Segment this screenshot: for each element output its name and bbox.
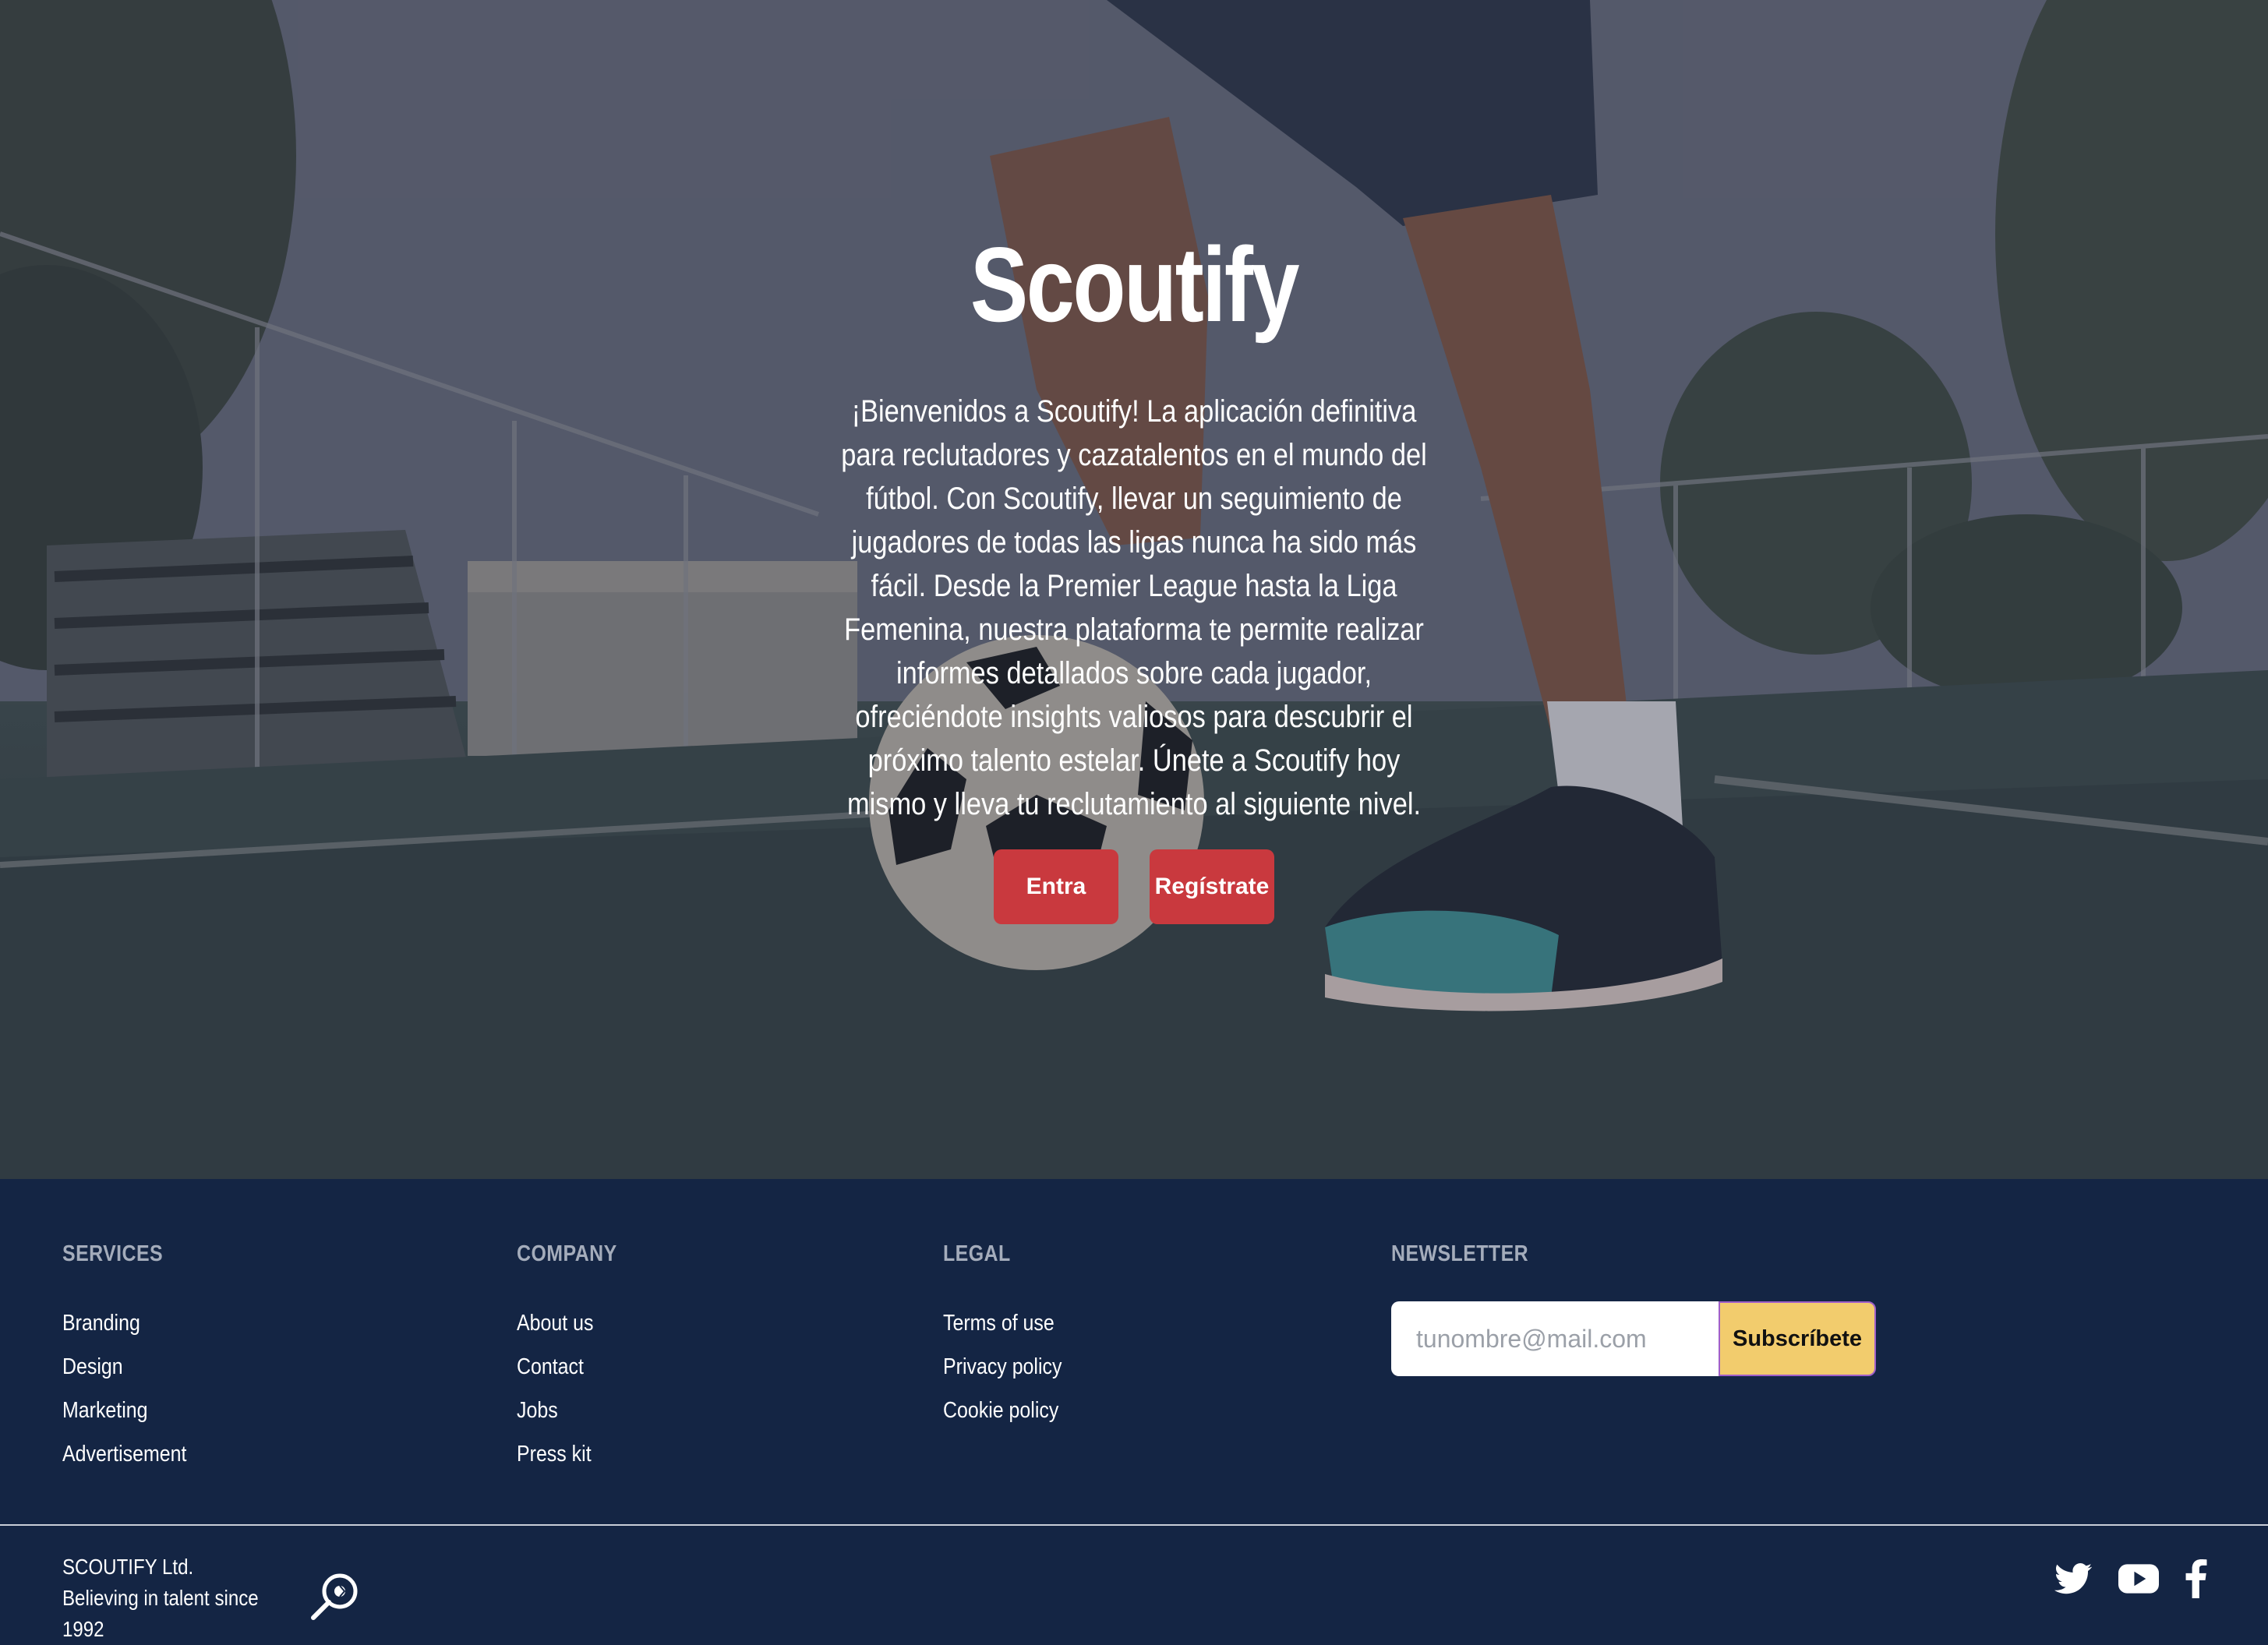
twitter-icon[interactable]: [2054, 1563, 2092, 1598]
footer-divider: [0, 1524, 2268, 1526]
company-tagline: Believing in talent since 1992: [62, 1586, 259, 1641]
footer-link-cookie-policy[interactable]: Cookie policy: [943, 1389, 1062, 1432]
facebook-icon[interactable]: [2185, 1559, 2207, 1602]
newsletter-heading: NEWSLETTER: [1391, 1241, 1529, 1266]
footer-link-advertisement[interactable]: Advertisement: [62, 1432, 186, 1476]
footer-link-press-kit[interactable]: Press kit: [517, 1432, 617, 1476]
hero-section: Scoutify ¡Bienvenidos a Scoutify! La apl…: [0, 0, 2268, 1179]
footer-link-branding[interactable]: Branding: [62, 1301, 186, 1345]
footer-link-design[interactable]: Design: [62, 1345, 186, 1389]
legal-heading: LEGAL: [943, 1241, 1011, 1266]
hero-buttons: Entra Regístrate: [0, 849, 2268, 924]
company-name: SCOUTIFY Ltd.: [62, 1555, 194, 1579]
footer: SERVICES Branding Design Marketing Adver…: [0, 1179, 2268, 1641]
footer-link-contact[interactable]: Contact: [517, 1345, 617, 1389]
footer-link-marketing[interactable]: Marketing: [62, 1389, 186, 1432]
footer-link-about-us[interactable]: About us: [517, 1301, 617, 1345]
footer-company-column: COMPANY About us Contact Jobs Press kit: [517, 1241, 634, 1476]
footer-brand-text: SCOUTIFY Ltd. Believing in talent since …: [62, 1551, 263, 1645]
hero-content: Scoutify ¡Bienvenidos a Scoutify! La apl…: [744, 218, 1524, 826]
footer-newsletter-column: NEWSLETTER Subscríbete: [1391, 1241, 1876, 1376]
newsletter-email-input[interactable]: [1391, 1301, 1719, 1376]
footer-services-column: SERVICES Branding Design Marketing Adver…: [62, 1241, 207, 1476]
scout-logo-icon: [309, 1571, 360, 1626]
footer-link-jobs[interactable]: Jobs: [517, 1389, 617, 1432]
register-button[interactable]: Regístrate: [1150, 849, 1274, 924]
hero-description: ¡Bienvenidos a Scoutify! La aplicación d…: [841, 394, 1427, 821]
hero-title: Scoutify: [970, 225, 1300, 344]
login-button[interactable]: Entra: [994, 849, 1118, 924]
services-heading: SERVICES: [62, 1241, 164, 1266]
footer-link-terms-of-use[interactable]: Terms of use: [943, 1301, 1062, 1345]
footer-brand: SCOUTIFY Ltd. Believing in talent since …: [62, 1551, 360, 1645]
subscribe-button[interactable]: Subscríbete: [1719, 1301, 1876, 1376]
company-heading: COMPANY: [517, 1241, 617, 1266]
social-links: [2054, 1559, 2207, 1602]
footer-legal-column: LEGAL Terms of use Privacy policy Cookie…: [943, 1241, 1081, 1432]
footer-link-privacy-policy[interactable]: Privacy policy: [943, 1345, 1062, 1389]
youtube-icon[interactable]: [2118, 1564, 2159, 1597]
newsletter-form: Subscríbete: [1391, 1301, 1876, 1376]
